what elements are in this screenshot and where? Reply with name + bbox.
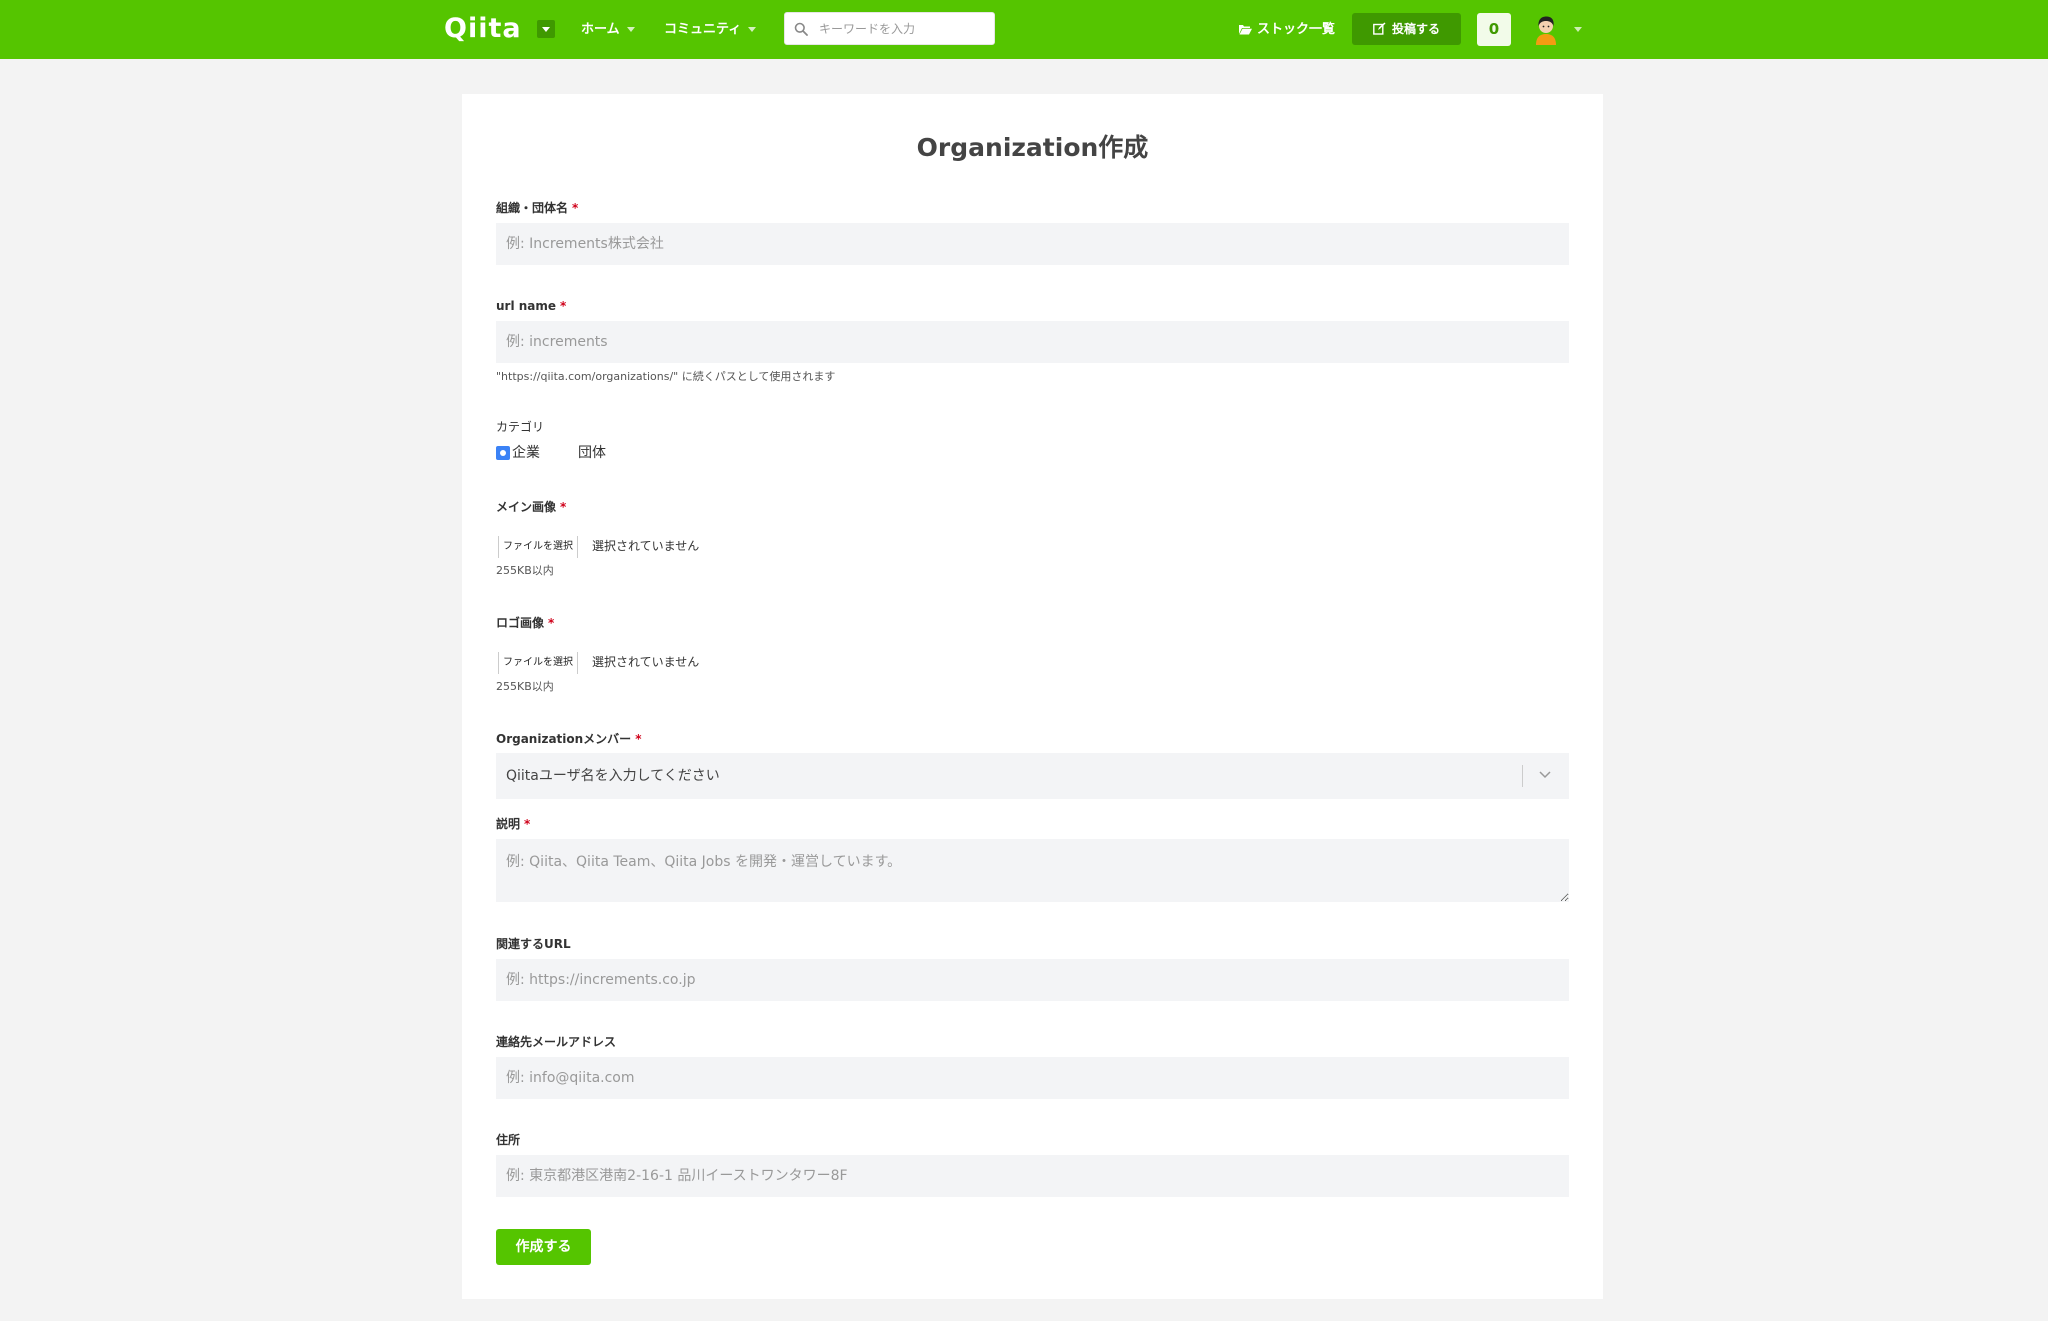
post-button[interactable]: 投稿する [1352,13,1461,45]
page-title: Organization作成 [916,133,1149,162]
logo-image-label-text: ロゴ画像 [496,616,545,630]
category-radio-company[interactable] [496,446,510,460]
chevron-down-icon[interactable] [1539,771,1551,779]
url-name-help: "https://qiita.com/organizations/" に続くパス… [496,370,836,383]
organization-form-card: Organization作成 組織・団体名* url name* "https:… [462,94,1603,1299]
stock-list-label: ストック一覧 [1257,22,1336,37]
related-url-label: 関連するURL [496,937,571,951]
qiita-logo[interactable]: Qiita [444,12,522,46]
user-menu-caret-icon[interactable] [1574,27,1582,32]
logo-menu-caret-icon[interactable] [537,20,555,38]
email-label: 連絡先メールアドレス [496,1035,617,1049]
nav-home[interactable]: ホーム [581,20,635,40]
category-radio-group-org[interactable] [560,446,574,460]
address-input[interactable] [496,1155,1569,1197]
org-name-input[interactable] [496,223,1569,265]
notification-count[interactable]: 0 [1477,13,1511,46]
select-separator [1522,765,1523,787]
logo-image-file-button[interactable]: ファイルを選択 [498,652,578,674]
required-mark: * [548,616,555,630]
email-input[interactable] [496,1057,1569,1099]
required-mark: * [572,201,579,215]
description-label-text: 説明 [496,817,521,831]
chevron-down-icon [626,27,635,32]
org-name-label: 組織・団体名 * [496,200,578,216]
required-mark: * [524,817,531,831]
search-icon [794,22,808,36]
related-url-input[interactable] [496,959,1569,1001]
members-select[interactable]: Qiitaユーザ名を入力してください [496,753,1569,799]
required-mark: * [560,299,567,313]
category-option-group[interactable]: 団体 [578,443,606,463]
members-select-placeholder: Qiitaユーザ名を入力してください [506,768,720,784]
category-label: カテゴリ [496,420,545,434]
edit-icon [1373,22,1386,35]
main-image-label-text: メイン画像 [496,500,557,514]
search-input[interactable] [819,18,987,40]
members-label-text: Organizationメンバー [496,732,632,746]
description-label: 説明 * [496,816,530,832]
main-image-size-limit: 255KB以内 [496,564,554,577]
category-option-company[interactable]: 企業 [512,443,540,463]
required-mark: * [560,500,567,514]
main-image-file-status: 選択されていません [592,539,700,553]
create-submit-button[interactable]: 作成する [496,1229,591,1265]
members-label: Organizationメンバー * [496,731,641,747]
logo-image-size-limit: 255KB以内 [496,680,554,693]
post-button-label: 投稿する [1391,22,1440,36]
nav-community[interactable]: コミュニティ [664,20,757,40]
logo-image-file-status: 選択されていません [592,655,700,669]
nav-community-label: コミュニティ [664,22,742,37]
url-name-label-text: url name [496,299,557,313]
url-name-input[interactable] [496,321,1569,363]
description-textarea[interactable] [496,839,1569,902]
search-box [784,12,995,45]
user-avatar[interactable] [1530,13,1562,45]
required-mark: * [635,732,642,746]
url-name-label: url name * [496,298,566,314]
chevron-down-icon [748,27,757,32]
address-label: 住所 [496,1133,521,1147]
logo-image-label: ロゴ画像 * [496,615,554,631]
folder-open-icon [1239,25,1252,35]
org-name-label-text: 組織・団体名 [496,201,569,215]
main-image-file-button[interactable]: ファイルを選択 [498,536,578,558]
stock-list-link[interactable]: ストック一覧 [1239,20,1335,40]
main-image-label: メイン画像 * [496,499,566,515]
top-navbar: Qiita ホーム コミュニティ ストック一覧 投稿する 0 [0,0,2048,59]
nav-home-label: ホーム [581,22,620,37]
